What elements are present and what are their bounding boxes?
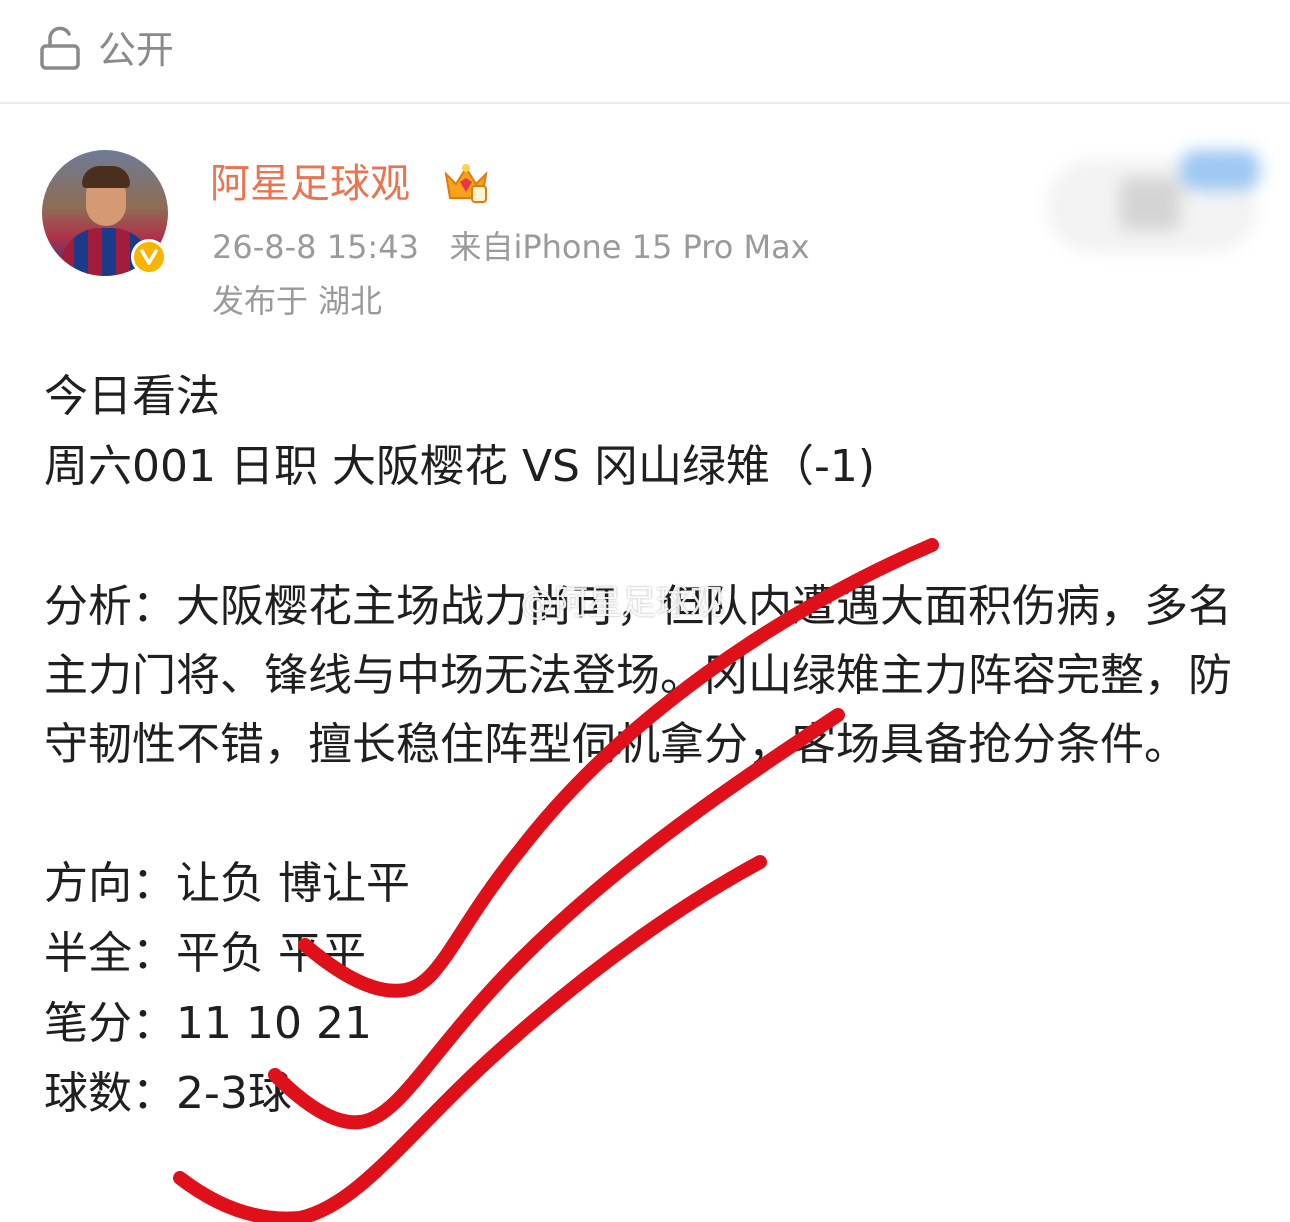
top-bar: 公开 bbox=[0, 0, 1290, 104]
post-location: 发布于 湖北 bbox=[212, 282, 383, 320]
visibility-label[interactable]: 公开 bbox=[98, 24, 174, 76]
verified-check-icon bbox=[140, 249, 158, 265]
detail-label: 球数： bbox=[44, 1068, 176, 1119]
post-timestamp: 26-8-8 15:43 bbox=[212, 228, 419, 266]
intro-title: 今日看法 bbox=[44, 371, 220, 422]
crown-icon bbox=[444, 164, 488, 203]
detail-value: 2-3球 bbox=[176, 1068, 292, 1119]
watermark: @阿星足球观 bbox=[520, 583, 724, 623]
follow-button-blurred[interactable] bbox=[1050, 142, 1270, 252]
match-line: 周六001 日职 大阪樱花 VS 冈山绿雉（-1) bbox=[44, 441, 875, 492]
detail-value: 11 10 21 bbox=[176, 998, 372, 1049]
detail-value: 让负 博让平 bbox=[176, 858, 410, 909]
detail-value: 平负 平平 bbox=[176, 928, 366, 979]
lock-icon bbox=[40, 26, 80, 70]
detail-label: 方向： bbox=[44, 858, 176, 909]
author-name[interactable]: 阿星足球观 bbox=[210, 156, 410, 212]
post-source: 来自iPhone 15 Pro Max bbox=[449, 228, 810, 266]
detail-row: 笔分： 11 10 21 bbox=[44, 989, 1254, 1059]
detail-label: 笔分： bbox=[44, 998, 176, 1049]
verified-badge bbox=[131, 239, 167, 275]
detail-row: 方向： 让负 博让平 bbox=[44, 849, 1254, 919]
post-meta: 26-8-8 15:43 来自iPhone 15 Pro Max bbox=[212, 224, 810, 270]
detail-row: 半全： 平负 平平 bbox=[44, 919, 1254, 989]
detail-row: 球数： 2-3球 bbox=[44, 1059, 1254, 1129]
detail-label: 半全： bbox=[44, 928, 176, 979]
post-content: 今日看法 周六001 日职 大阪樱花 VS 冈山绿雉（-1) 分析：大阪樱花主场… bbox=[44, 362, 1254, 1129]
